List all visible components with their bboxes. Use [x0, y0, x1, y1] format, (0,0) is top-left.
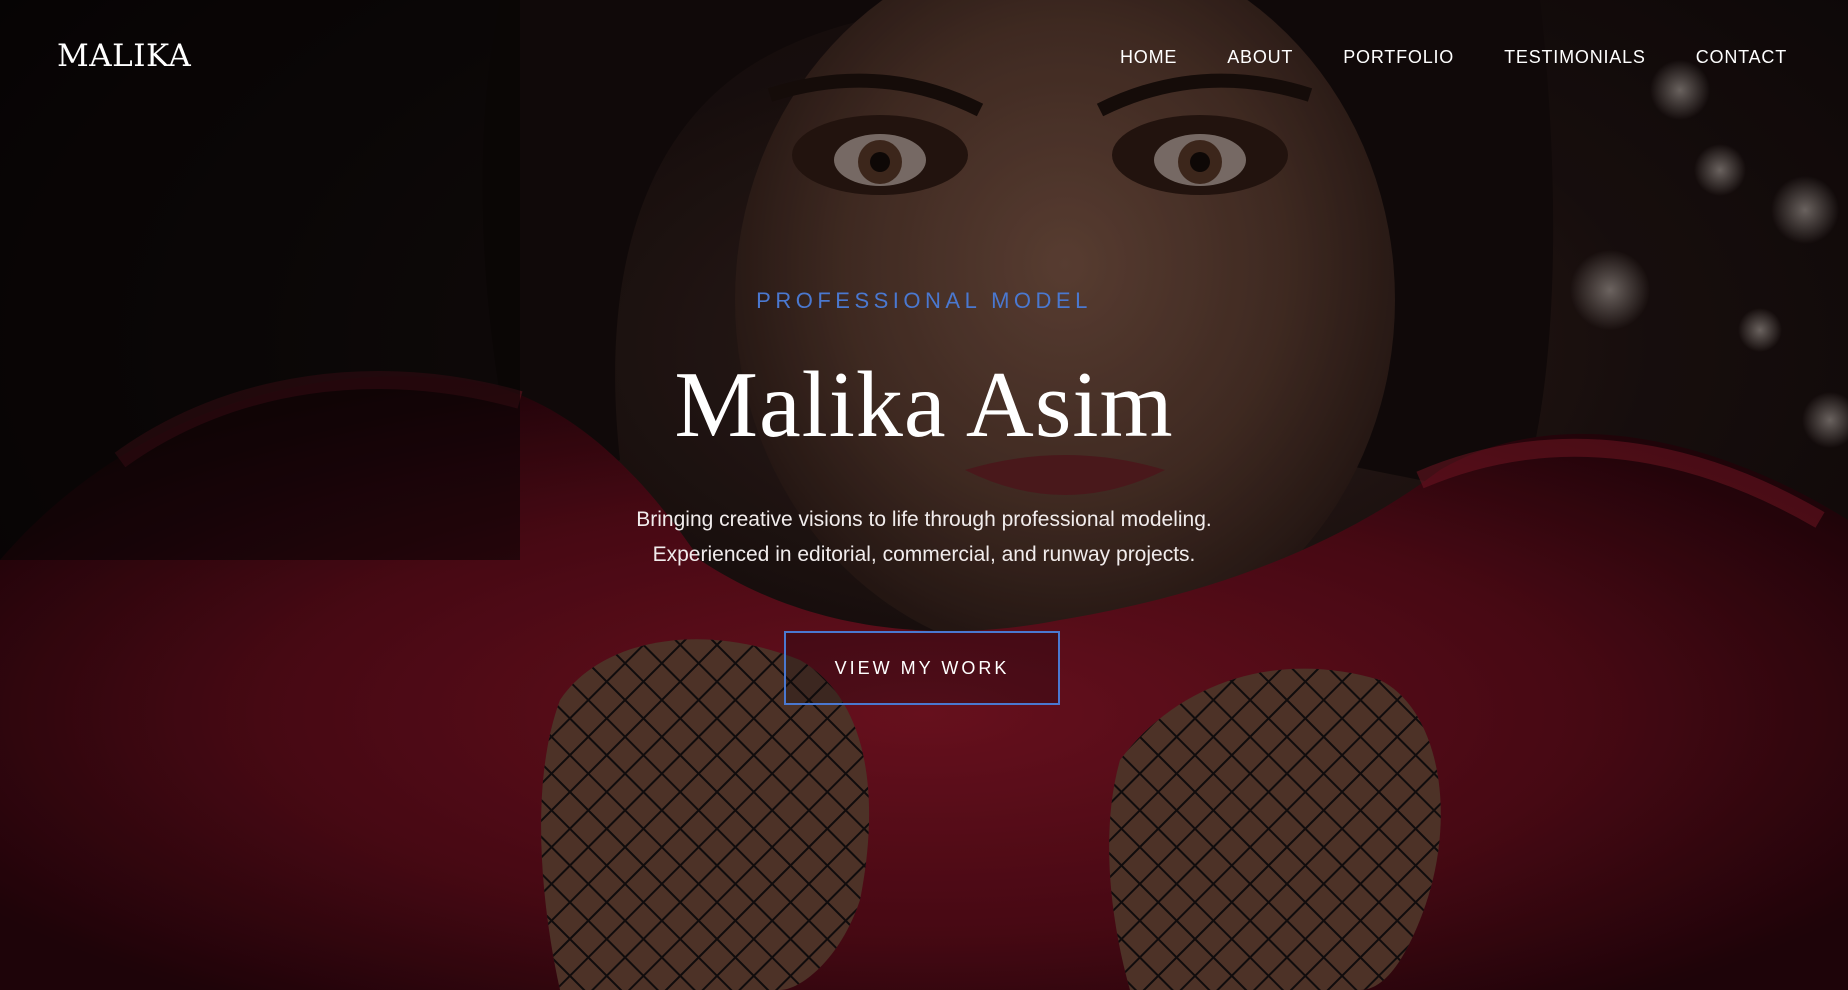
hero-subtitle-line-1: Bringing creative visions to life throug…	[636, 508, 1212, 531]
hero-subtitle: Bringing creative visions to life throug…	[0, 502, 1848, 572]
hero-section: MALIKA HOME ABOUT PORTFOLIO TESTIMONIALS…	[0, 0, 1848, 990]
hero-subtitle-line-2: Experienced in editorial, commercial, an…	[652, 543, 1196, 566]
hero-title: Malika Asim	[674, 353, 1174, 457]
hero-eyebrow: PROFESSIONAL MODEL	[756, 288, 1092, 313]
view-my-work-button[interactable]: VIEW MY WORK	[784, 631, 1060, 705]
hero-content: PROFESSIONAL MODEL Malika Asim Bringing …	[0, 0, 1848, 990]
